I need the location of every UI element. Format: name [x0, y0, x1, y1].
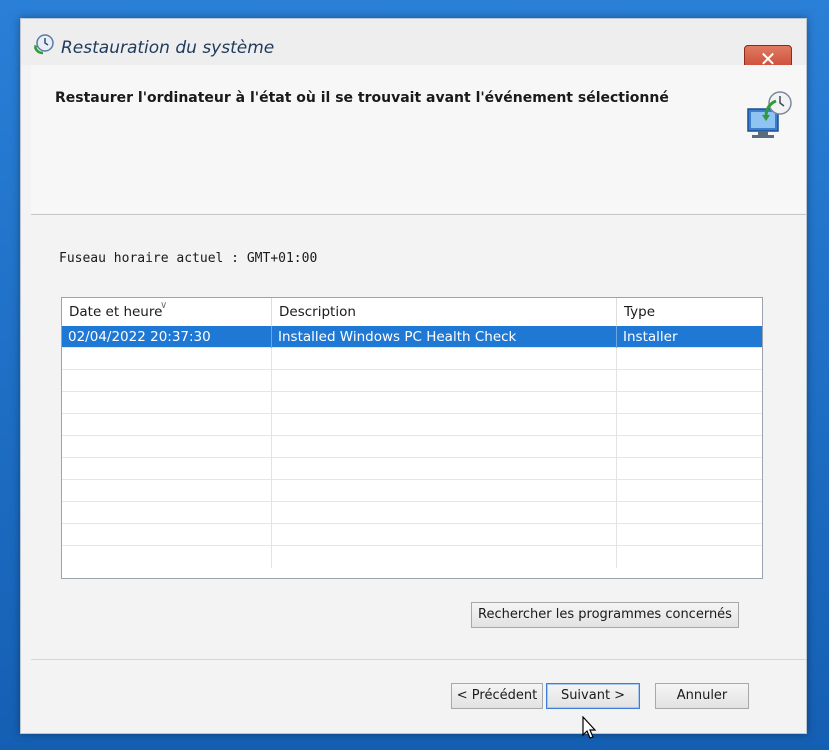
- empty-row: [62, 480, 762, 502]
- page-heading: Restaurer l'ordinateur à l'état où il se…: [55, 90, 669, 106]
- empty-row: [62, 546, 762, 568]
- system-restore-window: Restauration du système ✕ Restaurer l'or…: [20, 18, 807, 734]
- table-body: 02/04/2022 20:37:30 Installed Windows PC…: [62, 326, 762, 578]
- column-header-description[interactable]: Description: [272, 298, 617, 326]
- system-restore-icon: [33, 34, 54, 55]
- column-header-type[interactable]: Type: [617, 298, 762, 326]
- empty-row: [62, 458, 762, 480]
- title-bar[interactable]: Restauration du système ✕: [21, 19, 806, 75]
- empty-row: [62, 436, 762, 458]
- back-button[interactable]: < Précédent: [451, 683, 543, 709]
- empty-row: [62, 370, 762, 392]
- scan-affected-programs-button[interactable]: Rechercher les programmes concernés: [471, 602, 739, 628]
- window-title: Restauration du système: [61, 38, 275, 58]
- empty-row: [62, 392, 762, 414]
- sort-chevron-icon: ∨: [160, 300, 168, 311]
- cell-description: Installed Windows PC Health Check: [272, 326, 617, 348]
- header-panel: Restaurer l'ordinateur à l'état où il se…: [31, 65, 806, 213]
- cell-type: Installer: [623, 329, 678, 345]
- mouse-pointer-icon: [582, 716, 597, 739]
- empty-row: [62, 502, 762, 524]
- empty-row: [62, 524, 762, 546]
- restore-monitor-icon: [747, 91, 792, 138]
- table-row[interactable]: 02/04/2022 20:37:30 Installed Windows PC…: [62, 326, 762, 348]
- timezone-label: Fuseau horaire actuel : GMT+01:00: [59, 251, 318, 266]
- cell-date: 02/04/2022 20:37:30: [62, 326, 272, 348]
- footer-divider: [31, 659, 806, 660]
- empty-row: [62, 348, 762, 370]
- cancel-button[interactable]: Annuler: [655, 683, 749, 709]
- next-button[interactable]: Suivant >: [546, 683, 640, 709]
- table-header: Date et heure ∨ Description Type: [62, 298, 762, 326]
- column-header-date[interactable]: Date et heure ∨: [62, 298, 272, 326]
- empty-row: [62, 414, 762, 436]
- restore-points-table: Date et heure ∨ Description Type 02/04/2…: [61, 297, 763, 579]
